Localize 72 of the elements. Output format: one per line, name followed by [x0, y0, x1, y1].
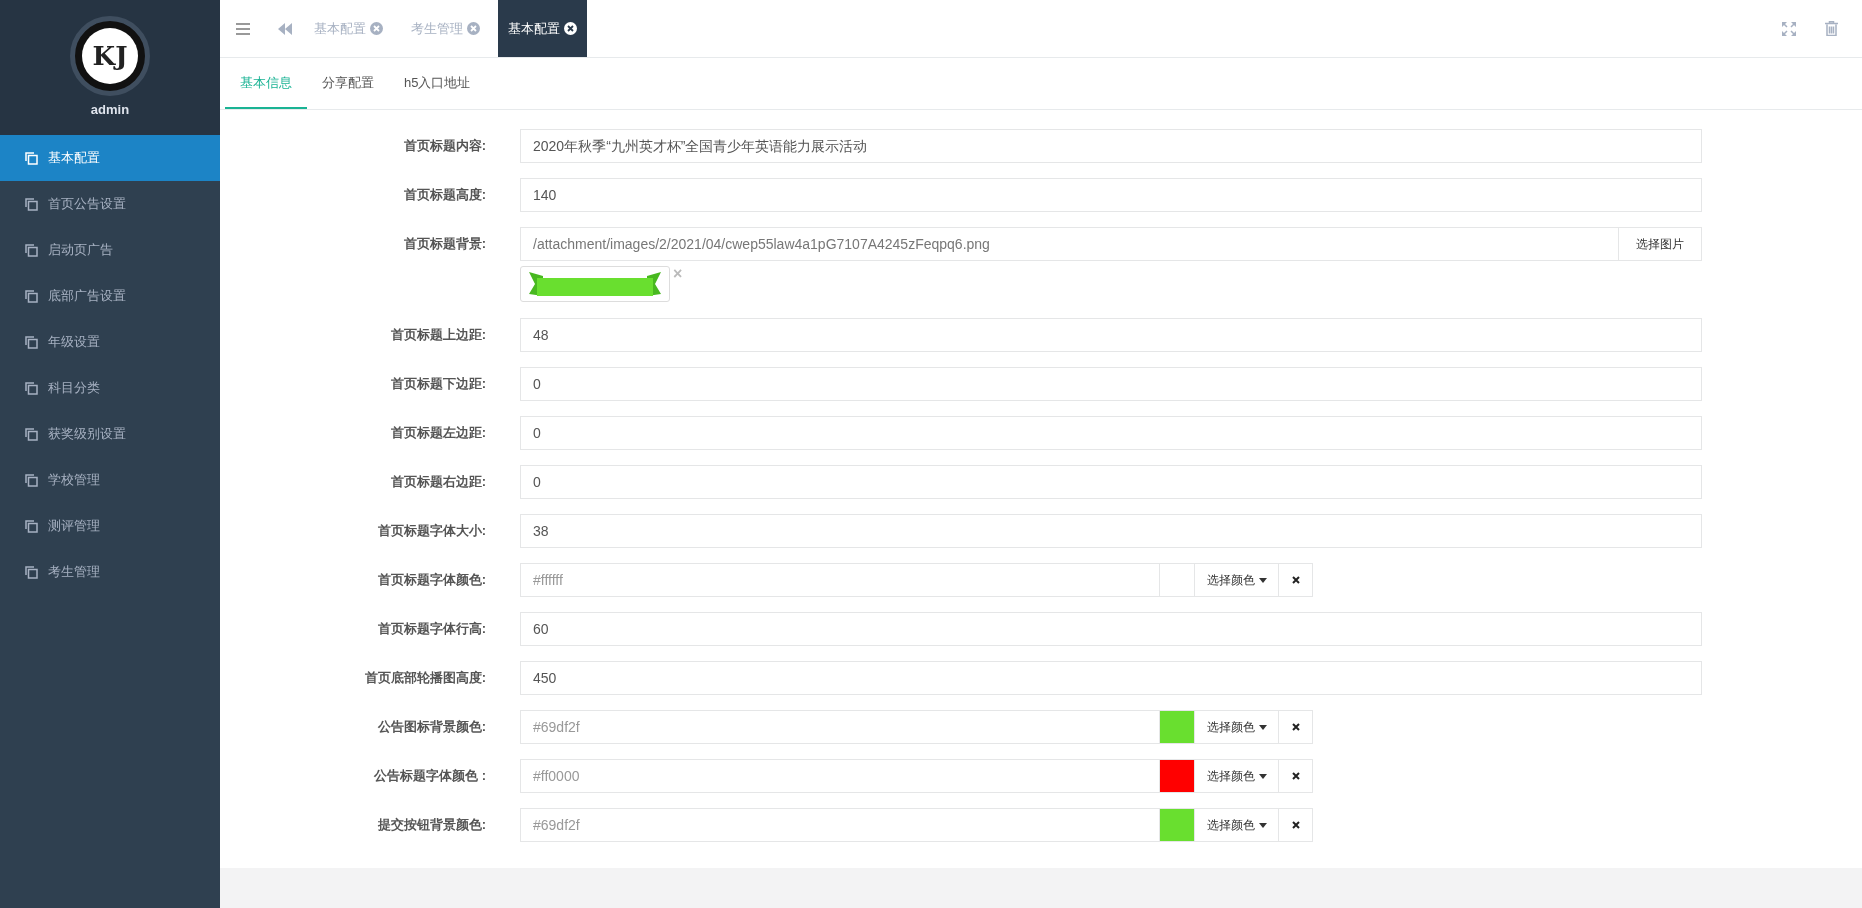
sidebar-item[interactable]: 学校管理	[0, 457, 220, 503]
field-label: 首页标题上边距:	[390, 327, 486, 342]
sidebar-item[interactable]: 底部广告设置	[0, 273, 220, 319]
color-field[interactable]: #ffffff	[520, 563, 1160, 597]
sidebar-item[interactable]: 测评管理	[0, 503, 220, 549]
copy-icon	[25, 335, 38, 349]
text-field[interactable]: 38	[520, 514, 1702, 548]
field-label: 公告标题字体颜色 :	[374, 768, 486, 783]
copy-icon	[25, 289, 38, 303]
image-path-field[interactable]: /attachment/images/2/2021/04/cwep55law4a1pG7107A4245zFeqpq6.png	[520, 227, 1619, 261]
copy-icon	[25, 565, 38, 579]
copy-icon	[25, 519, 38, 533]
copy-icon	[25, 381, 38, 395]
field-label: 首页标题高度:	[403, 187, 486, 202]
copy-icon	[25, 243, 38, 257]
logo-text: KJ	[92, 39, 128, 73]
text-field[interactable]: 2020年秋季“九州英才杯”全国青少年英语能力展示活动	[520, 129, 1702, 163]
page-tab[interactable]: 基本配置	[498, 0, 587, 57]
text-field[interactable]: 0	[520, 465, 1702, 499]
field-label: 公告图标背景颜色:	[377, 719, 486, 734]
clear-color-button[interactable]	[1279, 759, 1313, 793]
caret-icon	[1258, 577, 1267, 583]
field-label: 首页标题右边距:	[390, 474, 486, 489]
sidebar-item[interactable]: 年级设置	[0, 319, 220, 365]
field-label: 提交按钮背景颜色:	[377, 817, 486, 832]
select-image-button[interactable]: 选择图片	[1619, 227, 1702, 261]
close-icon	[1291, 772, 1300, 780]
field-label: 首页标题字体大小:	[377, 523, 486, 538]
field-label: 首页标题字体行高:	[377, 621, 486, 636]
clear-color-button[interactable]	[1279, 710, 1313, 744]
text-field[interactable]: 60	[520, 612, 1702, 646]
caret-icon	[1258, 773, 1267, 779]
copy-icon	[25, 197, 38, 211]
sidebar-item[interactable]: 基本配置	[0, 135, 220, 181]
color-field[interactable]: #69df2f	[520, 710, 1160, 744]
copy-icon	[25, 473, 38, 487]
sidebar-item[interactable]: 考生管理	[0, 549, 220, 595]
text-field[interactable]: 450	[520, 661, 1702, 695]
pick-color-button[interactable]: 选择颜色	[1194, 759, 1279, 793]
field-label: 首页标题背景:	[403, 236, 486, 251]
sub-tab[interactable]: 分享配置	[307, 58, 389, 109]
close-icon	[1291, 821, 1300, 829]
field-label: 首页标题下边距:	[390, 376, 486, 391]
color-field[interactable]: #ff0000	[520, 759, 1160, 793]
clear-color-button[interactable]	[1279, 808, 1313, 842]
field-label: 首页标题左边距:	[390, 425, 486, 440]
caret-icon	[1258, 822, 1267, 828]
sub-tab[interactable]: 基本信息	[225, 58, 307, 109]
pick-color-button[interactable]: 选择颜色	[1194, 563, 1279, 597]
text-field[interactable]: 0	[520, 416, 1702, 450]
field-label: 首页底部轮播图高度:	[364, 670, 486, 685]
text-field[interactable]: 48	[520, 318, 1702, 352]
close-icon	[1291, 576, 1300, 584]
close-icon[interactable]	[564, 22, 577, 35]
sidebar-item[interactable]: 首页公告设置	[0, 181, 220, 227]
text-field[interactable]: 0	[520, 367, 1702, 401]
copy-icon	[25, 427, 38, 441]
sidebar-item[interactable]: 获奖级别设置	[0, 411, 220, 457]
caret-icon	[1258, 724, 1267, 730]
field-label: 首页标题字体颜色:	[377, 572, 486, 587]
clear-color-button[interactable]	[1279, 563, 1313, 597]
text-field[interactable]: 140	[520, 178, 1702, 212]
sidebar-item[interactable]: 启动页广告	[0, 227, 220, 273]
copy-icon	[25, 151, 38, 165]
pick-color-button[interactable]: 选择颜色	[1194, 710, 1279, 744]
close-icon	[1291, 723, 1300, 731]
user-name: admin	[90, 101, 130, 119]
pick-color-button[interactable]: 选择颜色	[1194, 808, 1279, 842]
sidebar-item[interactable]: 科目分类	[0, 365, 220, 411]
sub-tab[interactable]: h5入口地址	[389, 58, 486, 109]
color-field[interactable]: #69df2f	[520, 808, 1160, 842]
field-label: 首页标题内容:	[403, 138, 486, 153]
